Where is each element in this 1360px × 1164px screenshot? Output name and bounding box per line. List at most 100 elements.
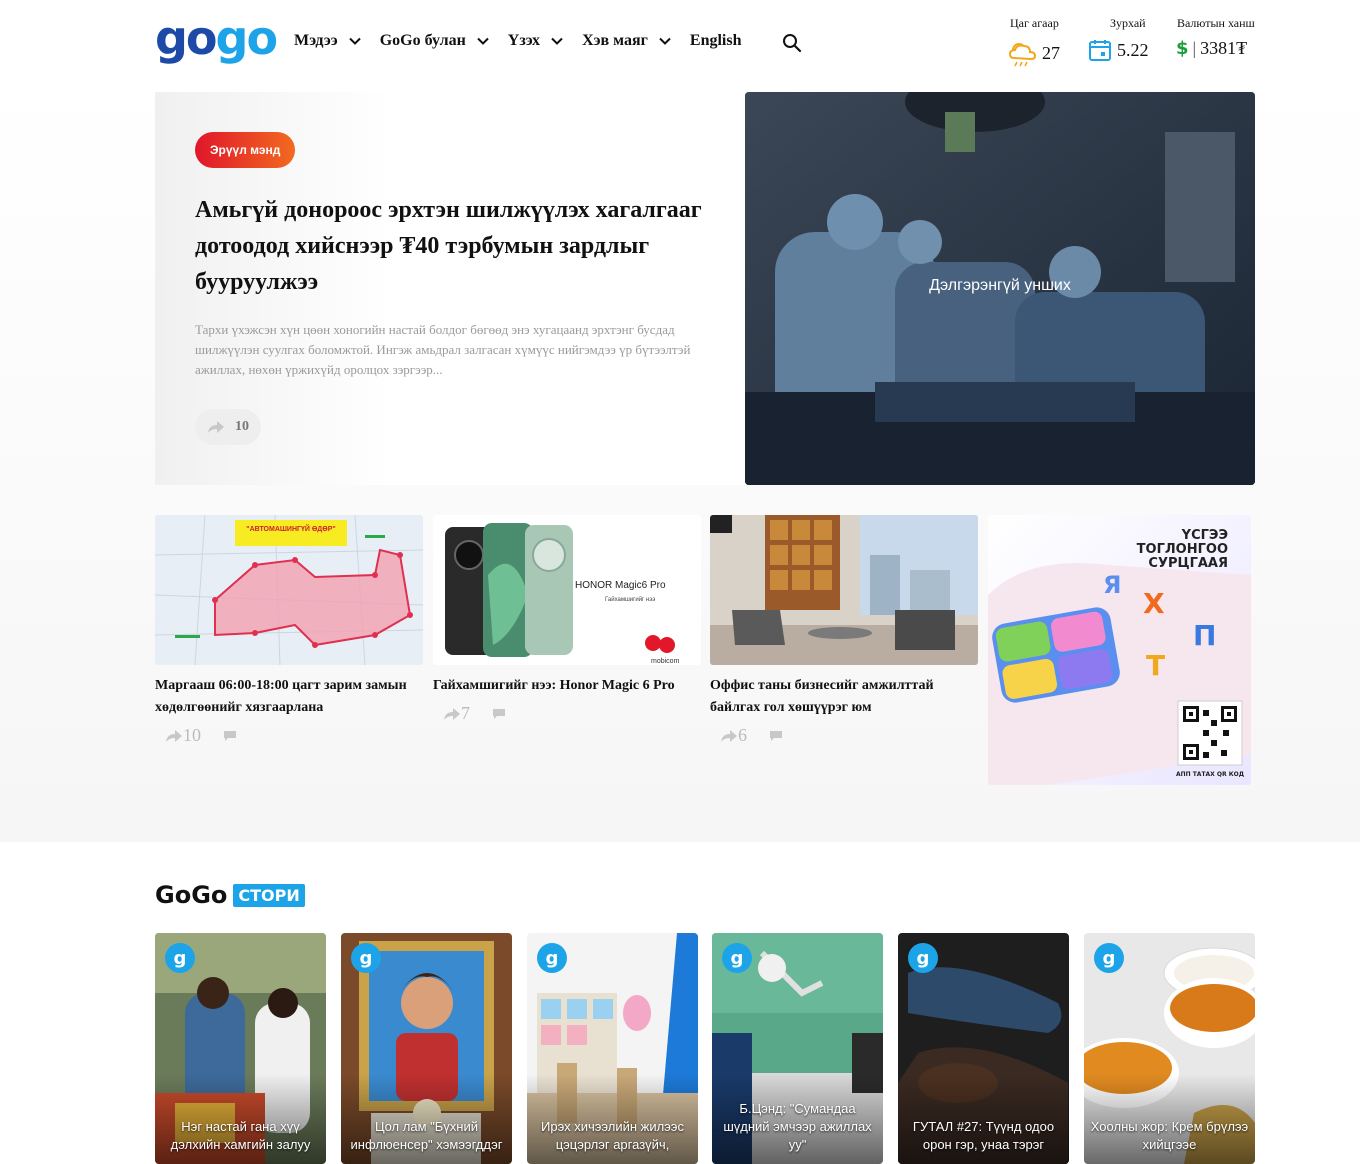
- weather-label: Цаг агаар: [1010, 16, 1059, 30]
- main-nav: Мэдээ GoGo булан Үзэх Хэв маяг English: [294, 32, 759, 50]
- stories-heading: GoGo СТОРИ: [155, 881, 305, 909]
- qr-label: АПП ТАТАХ QR КОД: [1176, 771, 1244, 778]
- letter-p-icon: П: [1193, 619, 1216, 652]
- calendar-widget[interactable]: 5.22: [1088, 38, 1149, 62]
- app-advertisement[interactable]: ҮСГЭЭ ТОГЛОНГОО СУРЦГААЯ Я Х П Т АПП ТАТ…: [988, 515, 1251, 785]
- story-caption: Нэг настай гана хүү дэлхийн хамгийн залу…: [170, 1119, 311, 1152]
- nav-label: GoGo булан: [379, 32, 466, 49]
- story-card[interactable]: g Ирэх хичээлийн жилээс цэцэрлэг аргазүй…: [527, 933, 698, 1164]
- calendar-label: Зурхай: [1110, 16, 1146, 30]
- letter-ya-icon: Я: [1103, 571, 1121, 599]
- comment-icon[interactable]: [492, 708, 506, 720]
- share-arrow-icon[interactable]: [165, 729, 183, 743]
- article-card[interactable]: "АВТОМАШИНГҮЙ ӨДӨР" Маргааш 06:00-18:00 …: [155, 515, 423, 746]
- logo-part-go: go: [155, 11, 218, 65]
- letter-t-icon: Т: [1146, 649, 1165, 682]
- story-caption: ГУТАЛ #27: Түүнд одоо орон гэр, унаа тэр…: [912, 1119, 1055, 1152]
- header-widgets: Цаг агаар 27 Зурхай 5.22 Валютын ханш $ …: [1000, 14, 1260, 74]
- calendar-icon: [1089, 40, 1111, 61]
- search-icon[interactable]: [782, 33, 802, 53]
- share-arrow-icon: [208, 421, 224, 433]
- chevron-down-icon: [348, 37, 361, 45]
- honor-phone-ad: HONOR Magic6 Pro Гайхамшигийг нээ mobico…: [433, 515, 701, 665]
- nav-item-watch[interactable]: Үзэх: [508, 32, 564, 50]
- featured-article[interactable]: Эрүүл мэнд Амьгүй донороос эрхтэн шилжүү…: [155, 92, 1255, 485]
- calendar-value: 5.22: [1117, 39, 1149, 60]
- gogo-g-icon: g: [351, 943, 381, 973]
- article-title[interactable]: Маргааш 06:00-18:00 цагт зарим замын хөд…: [155, 675, 423, 719]
- ad-line-2: ТОГЛОНГОО: [1137, 542, 1228, 557]
- weather-cloud-rain-icon: [1008, 43, 1037, 67]
- ad-brand-text: HONOR Magic6 Pro: [575, 580, 666, 591]
- story-card[interactable]: g Б.Цэнд: "Сумандаа шүдний эмчээр ажилла…: [712, 933, 883, 1164]
- story-caption: Б.Цэнд: "Сумандаа шүдний эмчээр ажиллах …: [723, 1101, 872, 1152]
- gogo-g-icon: g: [722, 943, 752, 973]
- ad-line-1: ҮСГЭЭ: [1181, 528, 1228, 543]
- letter-kh-icon: Х: [1143, 587, 1165, 620]
- hero-section: Эрүүл мэнд Амьгүй донороос эрхтэн шилжүү…: [0, 80, 1360, 842]
- article-meta: 7: [433, 703, 701, 724]
- comment-icon[interactable]: [769, 730, 783, 742]
- site-header: gogo Мэдээ GoGo булан Үзэх Хэв маяг Engl…: [0, 0, 1360, 80]
- chevron-down-icon: [477, 37, 489, 45]
- nav-item-english[interactable]: English: [690, 32, 742, 50]
- currency-separator: |: [1192, 38, 1197, 58]
- chevron-down-icon: [659, 37, 671, 45]
- stories-title-main: GoGo: [155, 881, 228, 909]
- featured-article-title[interactable]: Амьгүй донороос эрхтэн шилжүүлэх хагалга…: [195, 192, 725, 300]
- logo-part-go-2: go: [215, 11, 279, 65]
- featured-article-text: Эрүүл мэнд Амьгүй донороос эрхтэн шилжүү…: [155, 92, 745, 485]
- nav-label: Үзэх: [507, 32, 541, 49]
- map-banner-text: "АВТОМАШИНГҮЙ ӨДӨР": [246, 524, 335, 533]
- nav-item-gogo-corner[interactable]: GoGo булан: [380, 32, 490, 50]
- story-card[interactable]: g Хоолны жор: Крем брүлээ хийцгээе: [1084, 933, 1255, 1164]
- gogo-g-icon: g: [1094, 943, 1124, 973]
- story-card[interactable]: g ГУТАЛ #27: Түүнд одоо орон гэр, унаа т…: [898, 933, 1069, 1164]
- share-arrow-icon[interactable]: [443, 707, 461, 721]
- alphabet-game-ad: ҮСГЭЭ ТОГЛОНГОО СУРЦГААЯ Я Х П Т АПП ТАТ…: [988, 515, 1251, 785]
- nav-label: Мэдээ: [294, 32, 338, 49]
- featured-article-image[interactable]: Дэлгэрэнгүй унших: [745, 92, 1255, 485]
- article-meta: 6: [710, 725, 978, 746]
- share-count: 7: [461, 703, 470, 723]
- dollar-icon: $: [1176, 38, 1189, 59]
- article-card[interactable]: HONOR Magic6 Pro Гайхамшигийг нээ mobico…: [433, 515, 701, 724]
- site-logo[interactable]: gogo: [155, 11, 279, 65]
- share-count: 10: [183, 725, 201, 745]
- story-card[interactable]: g Цол лам "Бүхний инфлюенсер" хэмээгддэг: [341, 933, 512, 1164]
- share-button[interactable]: 10: [195, 409, 261, 445]
- weather-value: 27: [1042, 42, 1060, 63]
- weather-widget[interactable]: 27: [1008, 38, 1060, 68]
- currency-widget[interactable]: $ | 3381₮: [1176, 38, 1247, 59]
- nav-item-news[interactable]: Мэдээ: [294, 32, 362, 50]
- share-count: 6: [738, 725, 747, 745]
- road-closure-map: "АВТОМАШИНГҮЙ ӨДӨР": [155, 515, 423, 665]
- read-more-link[interactable]: Дэлгэрэнгүй унших: [745, 277, 1255, 295]
- category-badge[interactable]: Эрүүл мэнд: [195, 132, 296, 168]
- currency-value: 3381₮: [1200, 38, 1248, 58]
- article-thumbnail[interactable]: "АВТОМАШИНГҮЙ ӨДӨР": [155, 515, 423, 665]
- article-title[interactable]: Оффис таны бизнесийг амжилттай байлгах г…: [710, 675, 978, 719]
- article-card[interactable]: Оффис таны бизнесийг амжилттай байлгах г…: [710, 515, 978, 746]
- nav-label: English: [689, 32, 742, 49]
- article-thumbnail[interactable]: HONOR Magic6 Pro Гайхамшигийг нээ mobico…: [433, 515, 701, 665]
- mobicom-logo-text: mobicom: [651, 658, 680, 665]
- nav-label: Хэв маяг: [582, 32, 648, 49]
- comment-icon[interactable]: [223, 730, 237, 742]
- share-count: 10: [235, 419, 249, 434]
- stories-title-tag: СТОРИ: [233, 883, 305, 907]
- article-thumbnail[interactable]: [710, 515, 978, 665]
- currency-label: Валютын ханш: [1177, 16, 1255, 30]
- office-photo: [710, 515, 978, 665]
- featured-article-description: Тархи үхэжсэн хүн цөөн хоногийн настай б…: [195, 322, 691, 377]
- story-caption: Ирэх хичээлийн жилээс цэцэрлэг аргазүйч,: [541, 1119, 684, 1152]
- article-title[interactable]: Гайхамшигийг нээ: Honor Magic 6 Pro: [433, 675, 701, 697]
- story-card[interactable]: g Нэг настай гана хүү дэлхийн хамгийн за…: [155, 933, 326, 1164]
- story-caption: Цол лам "Бүхний инфлюенсер" хэмээгддэг: [350, 1119, 503, 1152]
- nav-item-style[interactable]: Хэв маяг: [582, 32, 672, 50]
- gogo-g-icon: g: [908, 943, 938, 973]
- gogo-g-icon: g: [165, 943, 195, 973]
- ad-sub-text: Гайхамшигийг нээ: [605, 596, 655, 603]
- chevron-down-icon: [551, 37, 563, 45]
- share-arrow-icon[interactable]: [720, 729, 738, 743]
